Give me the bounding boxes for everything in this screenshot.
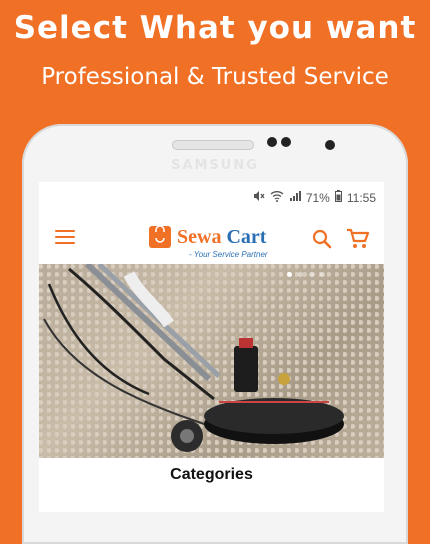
logo-name: Sewa Cart [177, 226, 266, 249]
wifi-icon [270, 190, 284, 205]
mute-icon [253, 190, 265, 205]
battery-icon [334, 190, 342, 205]
device-brand: SAMSUNG [171, 158, 259, 173]
phone-screen: 71% 11:55 Sewa Cart - Your Service Partn… [39, 182, 384, 512]
app-bar: Sewa Cart - Your Service Partner [39, 214, 384, 264]
carousel-dot[interactable] [320, 272, 325, 277]
shopping-bag-icon [149, 225, 171, 248]
proximity-sensor [267, 137, 277, 147]
logo-tagline: - Your Service Partner [189, 250, 268, 259]
carousel-dot[interactable] [298, 272, 303, 277]
cart-icon[interactable] [346, 228, 370, 250]
battery-percent: 71% [305, 190, 330, 205]
carousel-dot[interactable] [287, 272, 292, 277]
logo-name-sewa: Sewa [177, 226, 222, 248]
carousel-dot[interactable] [309, 272, 314, 277]
status-bar: 71% 11:55 [39, 182, 384, 214]
hamburger-icon[interactable] [55, 230, 75, 246]
carousel-indicators [287, 272, 325, 277]
search-icon[interactable] [311, 228, 333, 250]
promo-subheadline: Professional & Trusted Service [41, 64, 389, 90]
carpet-cleaner-image [43, 264, 344, 452]
carousel-banner[interactable] [39, 264, 384, 458]
clock: 11:55 [346, 190, 376, 205]
logo-name-cart: Cart [226, 226, 267, 248]
light-sensor [281, 137, 291, 147]
front-camera [325, 140, 335, 150]
signal-icon [289, 190, 301, 205]
promo-headline: Select What you want [13, 10, 417, 46]
earpiece-speaker [172, 140, 254, 150]
categories-heading: Categories [170, 466, 253, 483]
